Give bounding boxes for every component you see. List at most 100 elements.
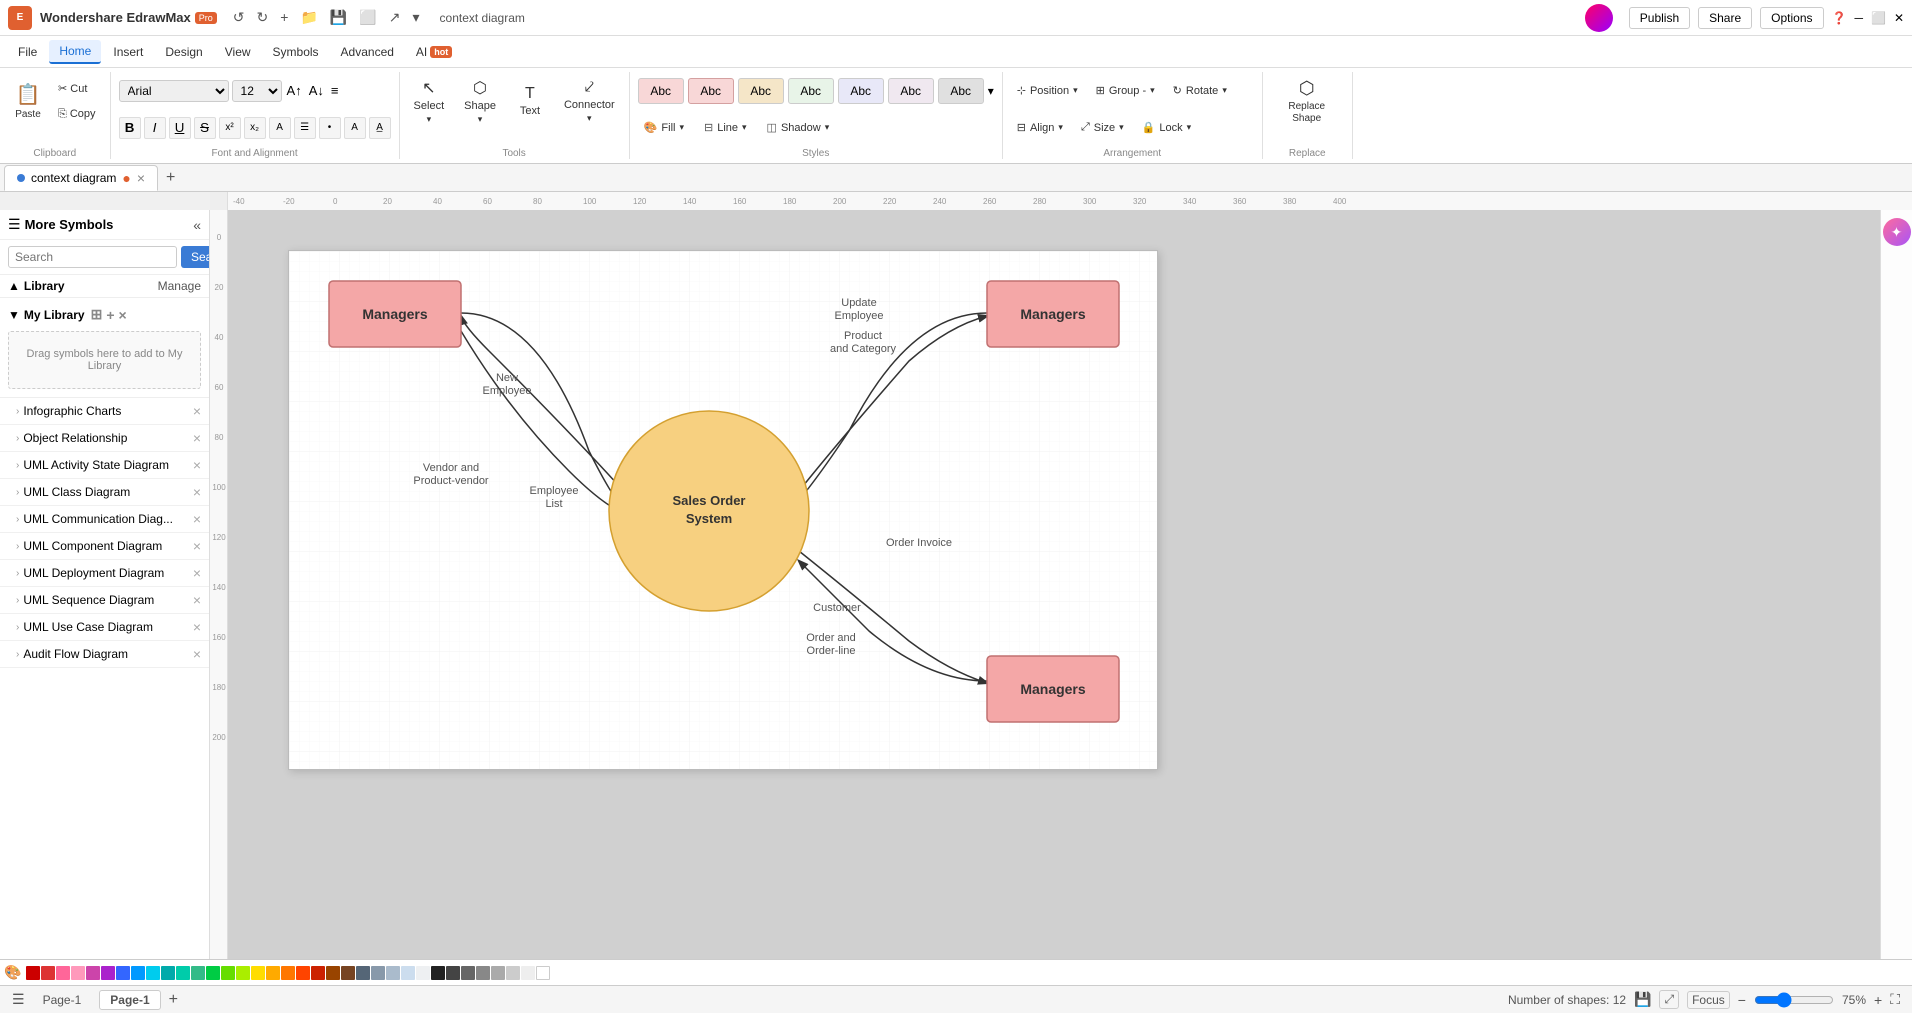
sidebar-item-close[interactable]: ×: [193, 430, 201, 446]
current-page-tab[interactable]: Page-1: [99, 990, 160, 1010]
menu-file[interactable]: File: [8, 41, 47, 63]
help-btn[interactable]: ❓: [1832, 11, 1847, 25]
menu-view[interactable]: View: [215, 41, 261, 63]
line-btn[interactable]: ⊟ Line ▾: [698, 115, 753, 141]
color-swatch[interactable]: [446, 966, 460, 980]
color-swatch[interactable]: [386, 966, 400, 980]
focus-btn[interactable]: Focus: [1687, 991, 1730, 1009]
sidebar-item-uml-use-case[interactable]: › UML Use Case Diagram ×: [0, 614, 209, 641]
sidebar-item-object-rel[interactable]: › Object Relationship ×: [0, 425, 209, 452]
lock-btn[interactable]: 🔒 Lock ▾: [1136, 115, 1197, 141]
sidebar-item-close[interactable]: ×: [193, 565, 201, 581]
add-tab-btn[interactable]: +: [158, 165, 183, 191]
superscript-btn[interactable]: x²: [219, 117, 241, 139]
color-swatch[interactable]: [221, 966, 235, 980]
sidebar-item-close[interactable]: ×: [193, 619, 201, 635]
color-swatch[interactable]: [326, 966, 340, 980]
color-swatch[interactable]: [506, 966, 520, 980]
style-swatch-1[interactable]: Abc: [638, 78, 684, 104]
style-swatch-more[interactable]: ▾: [988, 84, 994, 98]
page-tab-1[interactable]: Page-1: [33, 991, 92, 1009]
text-btn[interactable]: T Text: [510, 76, 550, 126]
group-btn[interactable]: ⊞ Group - ▾: [1090, 78, 1161, 104]
my-library-add-btn[interactable]: +: [106, 307, 114, 323]
fit-page-btn[interactable]: ⤢: [1659, 990, 1679, 1009]
color-swatch[interactable]: [521, 966, 535, 980]
fullscreen-btn[interactable]: ⛶: [1890, 991, 1900, 1008]
save-btn[interactable]: 💾: [326, 7, 351, 28]
color-picker-icon[interactable]: 🎨: [4, 964, 21, 981]
color-swatch[interactable]: [491, 966, 505, 980]
rotate-btn[interactable]: ↻ Rotate ▾: [1167, 78, 1233, 104]
position-btn[interactable]: ⊹ Position ▾: [1011, 78, 1084, 104]
sidebar-item-audit-flow[interactable]: › Audit Flow Diagram ×: [0, 641, 209, 668]
highlight-btn[interactable]: A̲: [369, 117, 391, 139]
color-swatch[interactable]: [86, 966, 100, 980]
align-btn[interactable]: ≡: [329, 81, 341, 100]
options-btn[interactable]: Options: [1760, 7, 1823, 29]
menu-home[interactable]: Home: [49, 40, 101, 64]
select-btn[interactable]: ↖ Select ▾: [408, 76, 451, 126]
shape-btn[interactable]: ⬡ Shape ▾: [458, 76, 502, 126]
ai-assistant-icon[interactable]: ✦: [1883, 218, 1911, 246]
canvas-wrapper[interactable]: 0 20 40 60 80 100 120 140 160 180 200: [210, 210, 1912, 959]
color-swatch[interactable]: [131, 966, 145, 980]
sidebar-item-close[interactable]: ×: [193, 538, 201, 554]
share-btn[interactable]: Share: [1698, 7, 1752, 29]
search-input[interactable]: [8, 246, 177, 268]
color-swatch[interactable]: [146, 966, 160, 980]
color-swatch[interactable]: [296, 966, 310, 980]
decrease-font-btn[interactable]: A↓: [307, 81, 326, 100]
font-select[interactable]: Arial: [119, 80, 229, 102]
color-swatch[interactable]: [341, 966, 355, 980]
zoom-in-btn[interactable]: +: [1874, 992, 1882, 1008]
italic-btn[interactable]: I: [144, 117, 166, 139]
bullet-btn[interactable]: •: [319, 117, 341, 139]
font-size-select[interactable]: 12: [232, 80, 282, 102]
zoom-out-btn[interactable]: −: [1738, 992, 1746, 1008]
sidebar-item-close[interactable]: ×: [193, 646, 201, 662]
sidebar-item-uml-activity[interactable]: › UML Activity State Diagram ×: [0, 452, 209, 479]
color-swatch[interactable]: [251, 966, 265, 980]
open-btn[interactable]: 📁: [296, 7, 321, 28]
menu-symbols[interactable]: Symbols: [263, 41, 329, 63]
increase-font-btn[interactable]: A↑: [285, 81, 304, 100]
color-swatch[interactable]: [56, 966, 70, 980]
template-btn[interactable]: ⬜: [355, 7, 380, 28]
underline-btn[interactable]: U: [169, 117, 191, 139]
color-swatch[interactable]: [416, 966, 430, 980]
style-swatch-6[interactable]: Abc: [888, 78, 934, 104]
tab-close-btn[interactable]: ×: [137, 170, 145, 186]
color-swatch[interactable]: [401, 966, 415, 980]
sidebar-menu-icon[interactable]: ☰: [8, 216, 21, 233]
font-color-btn[interactable]: A: [344, 117, 366, 139]
paste-btn[interactable]: 📋 Paste: [8, 76, 48, 126]
sidebar-item-infographic[interactable]: › Infographic Charts ×: [0, 398, 209, 425]
user-avatar[interactable]: [1585, 4, 1613, 32]
menu-insert[interactable]: Insert: [103, 41, 153, 63]
sidebar-item-close[interactable]: ×: [193, 457, 201, 473]
color-swatch[interactable]: [116, 966, 130, 980]
color-swatch[interactable]: [356, 966, 370, 980]
search-button[interactable]: Search: [181, 246, 210, 268]
sidebar-item-uml-communication[interactable]: › UML Communication Diag... ×: [0, 506, 209, 533]
color-swatch[interactable]: [371, 966, 385, 980]
color-swatch[interactable]: [476, 966, 490, 980]
export-btn[interactable]: ↗: [385, 7, 405, 28]
color-swatch[interactable]: [536, 966, 550, 980]
my-library-expand-btn[interactable]: ⊞: [91, 306, 103, 323]
color-swatch[interactable]: [311, 966, 325, 980]
minimize-btn[interactable]: ─: [1854, 11, 1863, 25]
strike-btn[interactable]: S: [194, 117, 216, 139]
sidebar-item-uml-component[interactable]: › UML Component Diagram ×: [0, 533, 209, 560]
color-swatch[interactable]: [461, 966, 475, 980]
align-ribbon-btn[interactable]: ⊟ Align ▾: [1011, 115, 1069, 141]
redo-btn[interactable]: ↻: [253, 7, 273, 28]
color-swatch[interactable]: [281, 966, 295, 980]
sidebar-item-close[interactable]: ×: [193, 403, 201, 419]
publish-btn[interactable]: Publish: [1629, 7, 1690, 29]
color-swatch[interactable]: [431, 966, 445, 980]
sidebar-item-uml-sequence[interactable]: › UML Sequence Diagram ×: [0, 587, 209, 614]
style-swatch-7[interactable]: Abc: [938, 78, 984, 104]
color-swatch[interactable]: [71, 966, 85, 980]
